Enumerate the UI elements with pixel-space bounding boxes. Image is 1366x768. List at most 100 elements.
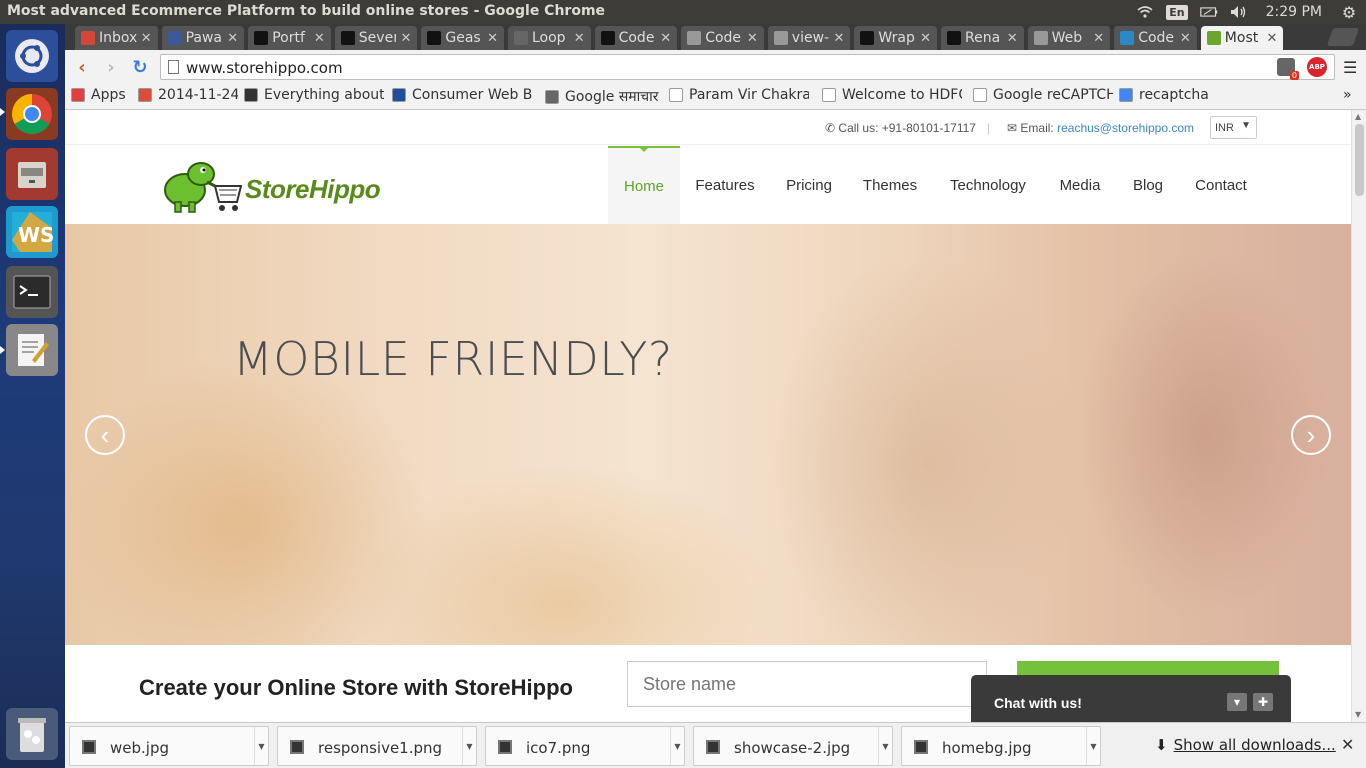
bookmark-item[interactable]: Google reCAPTCHA — [973, 87, 1113, 103]
file-manager-icon[interactable] — [6, 148, 58, 200]
extension-icon[interactable]: 0 — [1277, 58, 1299, 80]
download-menu-caret-icon[interactable]: ▼ — [462, 727, 476, 765]
tab-close-icon[interactable]: ✕ — [660, 31, 671, 46]
ubuntu-dash-icon[interactable] — [6, 30, 58, 82]
scroll-down-arrow-icon[interactable]: ▼ — [1355, 710, 1361, 719]
forward-button[interactable]: › — [100, 56, 122, 78]
download-item[interactable]: showcase-2.jpg ▼ — [693, 726, 893, 766]
browser-tab[interactable]: Portf ✕ — [248, 26, 331, 50]
chrome-menu-icon[interactable]: ☰ — [1343, 58, 1357, 77]
page-scrollbar[interactable]: ▲ ▼ — [1351, 110, 1366, 722]
tab-close-icon[interactable]: ✕ — [487, 31, 498, 46]
reload-button[interactable]: ↻ — [129, 56, 151, 78]
bookmark-item[interactable]: Param Vir Chakra — [669, 87, 809, 103]
clock[interactable]: 2:29 PM — [1260, 4, 1328, 20]
storehippo-logo[interactable]: StoreHippo — [157, 152, 381, 216]
tab-close-icon[interactable]: ✕ — [1093, 31, 1104, 46]
url-text[interactable]: www.storehippo.com — [186, 59, 343, 77]
settings-gear-icon[interactable]: ⚙ — [1340, 3, 1358, 22]
download-menu-caret-icon[interactable]: ▼ — [878, 727, 892, 765]
browser-tab[interactable]: Rena ✕ — [941, 26, 1024, 50]
gmail-icon — [81, 31, 95, 45]
nav-features[interactable]: Features — [680, 146, 770, 224]
page-icon — [168, 60, 179, 74]
browser-tab[interactable]: Seven✕ — [334, 26, 418, 50]
browser-tab[interactable]: Wrap ✕ — [854, 26, 937, 50]
bookmarks-overflow-button[interactable]: » — [1343, 87, 1352, 103]
chat-minimize-button[interactable]: ▾ — [1227, 693, 1247, 711]
tab-close-icon[interactable]: ✕ — [141, 31, 152, 46]
browser-tab[interactable]: Code ✕ — [681, 26, 764, 50]
chat-widget[interactable]: Chat with us! ▾ ✚ — [971, 675, 1291, 722]
browser-tab[interactable]: Code ✕ — [1114, 26, 1197, 50]
store-name-input[interactable] — [627, 661, 987, 707]
nav-themes[interactable]: Themes — [848, 146, 932, 224]
bookmark-item[interactable]: recaptcha — [1119, 87, 1209, 103]
tab-close-icon[interactable]: ✕ — [1007, 31, 1018, 46]
text-editor-icon[interactable] — [6, 324, 58, 376]
bookmark-item[interactable]: Google समाचार — [545, 87, 659, 106]
download-menu-caret-icon[interactable]: ▼ — [254, 727, 268, 765]
download-item[interactable]: homebg.jpg ▼ — [901, 726, 1101, 766]
close-download-shelf-icon[interactable]: ✕ — [1341, 735, 1354, 754]
tab-close-icon[interactable]: ✕ — [920, 31, 931, 46]
slider-next-button[interactable]: › — [1291, 415, 1331, 455]
nav-pricing[interactable]: Pricing — [772, 146, 846, 224]
download-filename: web.jpg — [110, 739, 169, 757]
tab-close-icon[interactable]: ✕ — [833, 31, 844, 46]
browser-tab[interactable]: Pawa ✕ — [161, 26, 245, 50]
tab-close-icon[interactable]: ✕ — [1266, 31, 1277, 46]
chat-expand-button[interactable]: ✚ — [1253, 693, 1273, 711]
download-item[interactable]: web.jpg ▼ — [69, 726, 269, 766]
bookmark-label: Apps — [91, 87, 126, 103]
bookmark-item[interactable]: Everything about — [244, 87, 384, 103]
scrollbar-thumb[interactable] — [1355, 124, 1364, 196]
page-icon — [822, 88, 836, 102]
tab-close-icon[interactable]: ✕ — [400, 31, 411, 46]
browser-tab[interactable]: Most ✕ — [1200, 26, 1284, 50]
currency-select[interactable]: INR ▼ — [1210, 116, 1257, 139]
browser-tab[interactable]: Code ✕ — [594, 26, 678, 50]
nav-technology[interactable]: Technology — [934, 146, 1042, 224]
bookmark-item[interactable]: Consumer Web B — [392, 87, 532, 103]
download-menu-caret-icon[interactable]: ▼ — [670, 727, 684, 765]
trash-icon[interactable] — [6, 708, 58, 760]
chrome-icon[interactable] — [6, 88, 58, 140]
nav-contact[interactable]: Contact — [1180, 146, 1262, 224]
page-icon — [687, 31, 702, 45]
bookmark-item[interactable]: Welcome to HDFC — [822, 87, 962, 103]
browser-tab[interactable]: view- ✕ — [767, 26, 851, 50]
tab-close-icon[interactable]: ✕ — [747, 31, 758, 46]
download-item[interactable]: ico7.png ▼ — [485, 726, 685, 766]
tab-close-icon[interactable]: ✕ — [227, 31, 238, 46]
keyboard-layout-indicator[interactable]: En — [1166, 4, 1188, 20]
adblock-plus-icon[interactable]: ABP — [1307, 57, 1327, 77]
bookmark-item[interactable]: Apps — [71, 87, 126, 103]
browser-tab[interactable]: Loop ✕ — [508, 26, 591, 50]
nav-home[interactable]: Home — [608, 146, 680, 224]
wifi-icon[interactable] — [1136, 4, 1154, 20]
battery-icon[interactable] — [1199, 4, 1218, 20]
tab-close-icon[interactable]: ✕ — [314, 31, 325, 46]
tab-close-icon[interactable]: ✕ — [1180, 31, 1191, 46]
address-bar[interactable]: www.storehippo.com ☆ — [160, 54, 1335, 80]
browser-tab[interactable]: Web ✕ — [1027, 26, 1111, 50]
browser-tab[interactable]: Geas ✕ — [421, 26, 504, 50]
tab-close-icon[interactable]: ✕ — [574, 31, 585, 46]
back-button[interactable]: ‹ — [71, 56, 93, 78]
download-menu-caret-icon[interactable]: ▼ — [1086, 727, 1100, 765]
scroll-up-arrow-icon[interactable]: ▲ — [1355, 112, 1361, 121]
bookmark-item[interactable]: 2014-11-24 — [138, 87, 238, 103]
terminal-icon[interactable] — [6, 266, 58, 318]
download-item[interactable]: responsive1.png ▼ — [277, 726, 477, 766]
browser-tab[interactable]: Inbox ✕ — [75, 26, 158, 50]
nav-media[interactable]: Media — [1044, 146, 1116, 224]
volume-icon[interactable] — [1230, 4, 1248, 20]
system-tray: En 2:29 PM ⚙ — [1136, 0, 1366, 24]
slider-previous-button[interactable]: ‹ — [85, 415, 125, 455]
email-link[interactable]: reachus@storehippo.com — [1057, 121, 1194, 135]
webstorm-icon[interactable]: WS — [6, 206, 58, 258]
show-all-downloads-link[interactable]: ⬇ Show all downloads... — [1155, 736, 1336, 754]
nav-blog[interactable]: Blog — [1118, 146, 1178, 224]
running-indicator — [0, 346, 5, 354]
